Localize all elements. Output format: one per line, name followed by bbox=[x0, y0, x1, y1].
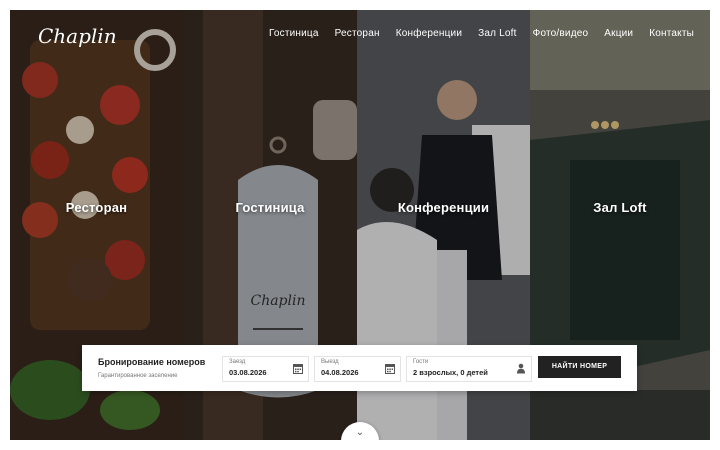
nav-item-loft[interactable]: Зал Loft bbox=[478, 28, 517, 39]
main-nav: Гостиница Ресторан Конференции Зал Loft … bbox=[269, 28, 694, 39]
hero-frame: Ресторан Chaplin Гостиница Конференции З… bbox=[10, 10, 710, 440]
checkout-field[interactable]: Выезд 04.08.2026 bbox=[314, 356, 401, 382]
calendar-icon bbox=[293, 364, 303, 374]
booking-subtitle: Гарантированное заселение bbox=[98, 373, 178, 379]
panel-label-conferences: Конференции bbox=[397, 200, 490, 215]
booking-title: Бронирование номеров bbox=[98, 357, 206, 367]
calendar-icon bbox=[385, 364, 395, 374]
checkin-label: Заезд bbox=[229, 359, 246, 365]
checkout-label: Выезд bbox=[321, 359, 339, 365]
panel-label-hotel: Гостиница bbox=[235, 200, 305, 215]
chevron-down-icon: ⌄ bbox=[355, 427, 365, 438]
nav-item-photo-video[interactable]: Фото/видео bbox=[533, 28, 589, 39]
guests-label: Гости bbox=[413, 359, 429, 365]
nav-item-contacts[interactable]: Контакты bbox=[649, 28, 694, 39]
panel-label-restaurant: Ресторан bbox=[65, 200, 128, 215]
checkin-field[interactable]: Заезд 03.08.2026 bbox=[222, 356, 309, 382]
nav-item-restaurant[interactable]: Ресторан bbox=[335, 28, 380, 39]
booking-widget: Бронирование номеров Гарантированное зас… bbox=[82, 345, 637, 391]
nav-item-conferences[interactable]: Конференции bbox=[396, 28, 462, 39]
panel-label-loft: Зал Loft bbox=[593, 200, 647, 215]
find-room-button[interactable]: НАЙТИ НОМЕР bbox=[538, 356, 621, 378]
guests-value: 2 взрослых, 0 детей bbox=[413, 368, 488, 377]
checkout-value: 04.08.2026 bbox=[321, 368, 359, 377]
logo[interactable]: Chaplin bbox=[38, 24, 117, 48]
checkin-value: 03.08.2026 bbox=[229, 368, 267, 377]
nav-item-promotions[interactable]: Акции bbox=[604, 28, 633, 39]
person-icon bbox=[517, 363, 525, 374]
nav-item-hotel[interactable]: Гостиница bbox=[269, 28, 319, 39]
guests-field[interactable]: Гости 2 взрослых, 0 детей bbox=[406, 356, 532, 382]
